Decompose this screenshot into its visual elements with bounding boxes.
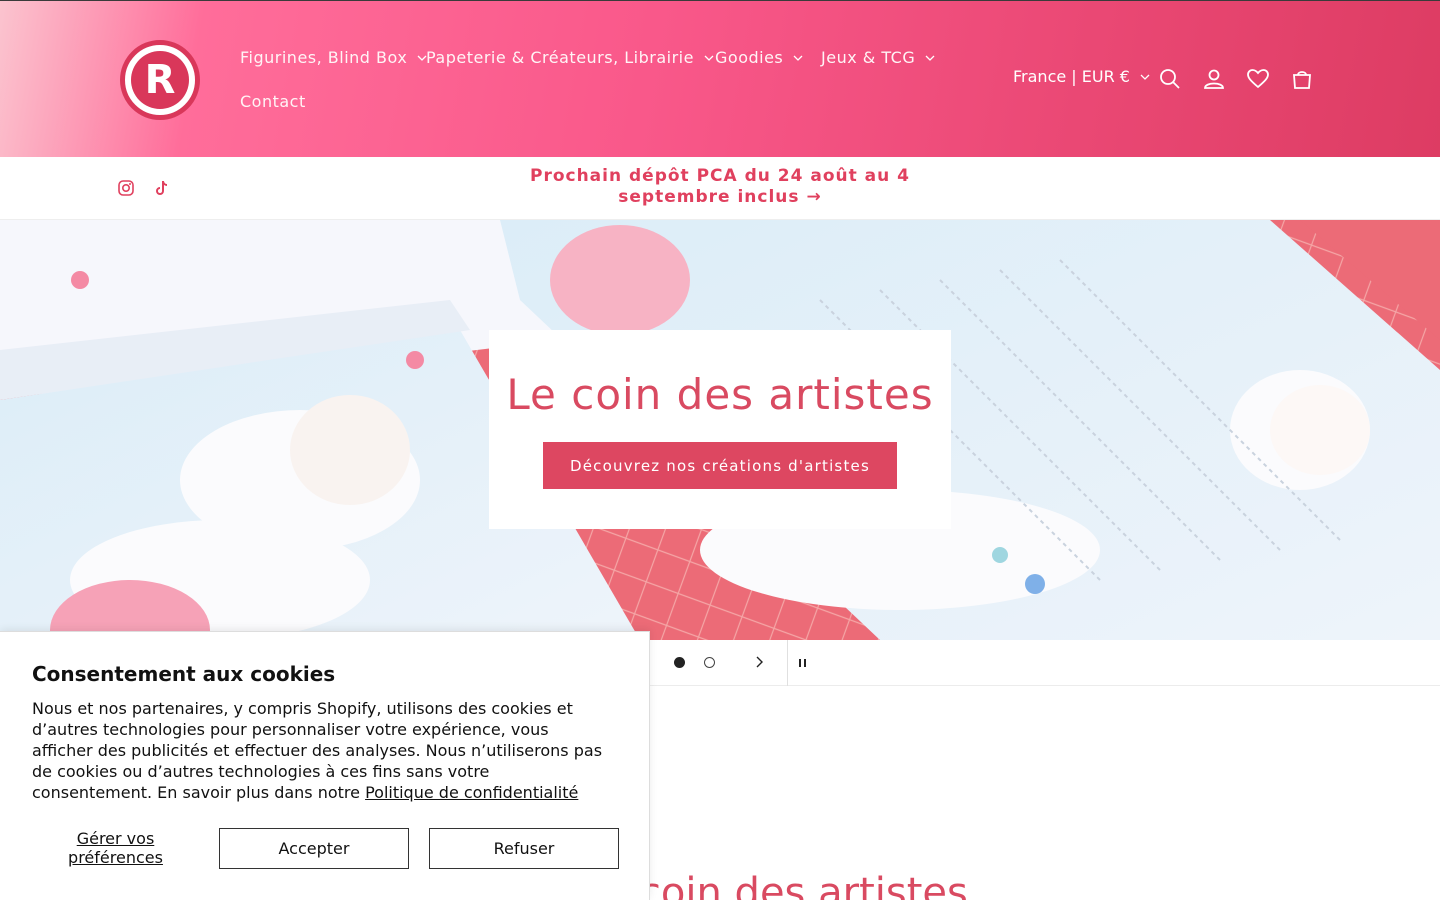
- chevron-right-icon[interactable]: [752, 655, 766, 669]
- cart-icon[interactable]: [1290, 67, 1314, 91]
- chevron-down-icon: [793, 55, 803, 61]
- country-label: France | EUR €: [1013, 67, 1130, 86]
- hero-content-box: Le coin des artistes Découvrez nos créat…: [489, 330, 951, 529]
- nav-label: Figurines, Blind Box: [240, 48, 408, 67]
- arrow-right-icon: →: [806, 187, 822, 207]
- privacy-policy-link[interactable]: Politique de confidentialité: [365, 783, 578, 802]
- wishlist-heart-icon[interactable]: [1246, 67, 1270, 91]
- cookie-consent-banner: Consentement aux cookies Nous et nos par…: [0, 631, 650, 900]
- announcement-link[interactable]: Prochain dépôt PCA du 24 août au 4 septe…: [480, 166, 960, 208]
- logo-letter: R: [144, 57, 176, 103]
- logo-badge: R: [131, 51, 189, 109]
- refuse-button[interactable]: Refuser: [429, 828, 619, 869]
- nav-item-contact[interactable]: Contact: [240, 92, 306, 111]
- nav-item-figurines[interactable]: Figurines, Blind Box: [240, 48, 427, 67]
- chevron-down-icon: [1140, 74, 1150, 80]
- cookie-title: Consentement aux cookies: [32, 662, 336, 686]
- chevron-down-icon: [704, 55, 714, 61]
- pause-icon[interactable]: [797, 657, 809, 669]
- country-currency-selector[interactable]: France | EUR €: [1013, 67, 1150, 86]
- nav-item-papeterie[interactable]: Papeterie & Créateurs, Librairie: [426, 48, 714, 67]
- announcement-bar: Prochain dépôt PCA du 24 août au 4 septe…: [0, 157, 1440, 220]
- store-logo[interactable]: R: [120, 40, 200, 120]
- search-icon[interactable]: [1158, 67, 1182, 91]
- nav-label: Goodies: [715, 48, 784, 67]
- chevron-down-icon: [925, 55, 935, 61]
- nav-label: Jeux & TCG: [821, 48, 916, 67]
- accept-button[interactable]: Accepter: [219, 828, 409, 869]
- nav-item-goodies[interactable]: Goodies: [715, 48, 803, 67]
- divider: [787, 640, 788, 686]
- slide-dot-2[interactable]: [704, 657, 715, 668]
- cookie-description: Nous et nos partenaires, y compris Shopi…: [32, 698, 612, 803]
- site-header: R Figurines, Blind Box Papeterie & Créat…: [0, 0, 1440, 157]
- nav-item-jeux-tcg[interactable]: Jeux & TCG: [821, 48, 935, 67]
- hero-slideshow: Le coin des artistes Découvrez nos créat…: [0, 220, 1440, 640]
- tiktok-icon[interactable]: [153, 179, 171, 197]
- hero-title: Le coin des artistes: [506, 370, 934, 419]
- nav-label: Papeterie & Créateurs, Librairie: [426, 48, 694, 67]
- manage-preferences-link[interactable]: Gérer vos préférences: [32, 829, 199, 867]
- hero-cta-button[interactable]: Découvrez nos créations d'artistes: [543, 442, 897, 489]
- account-icon[interactable]: [1202, 67, 1226, 91]
- slide-dot-1[interactable]: [674, 657, 685, 668]
- nav-label: Contact: [240, 92, 306, 111]
- announcement-text: Prochain dépôt PCA du 24 août au 4 septe…: [529, 166, 910, 207]
- instagram-icon[interactable]: [117, 179, 135, 197]
